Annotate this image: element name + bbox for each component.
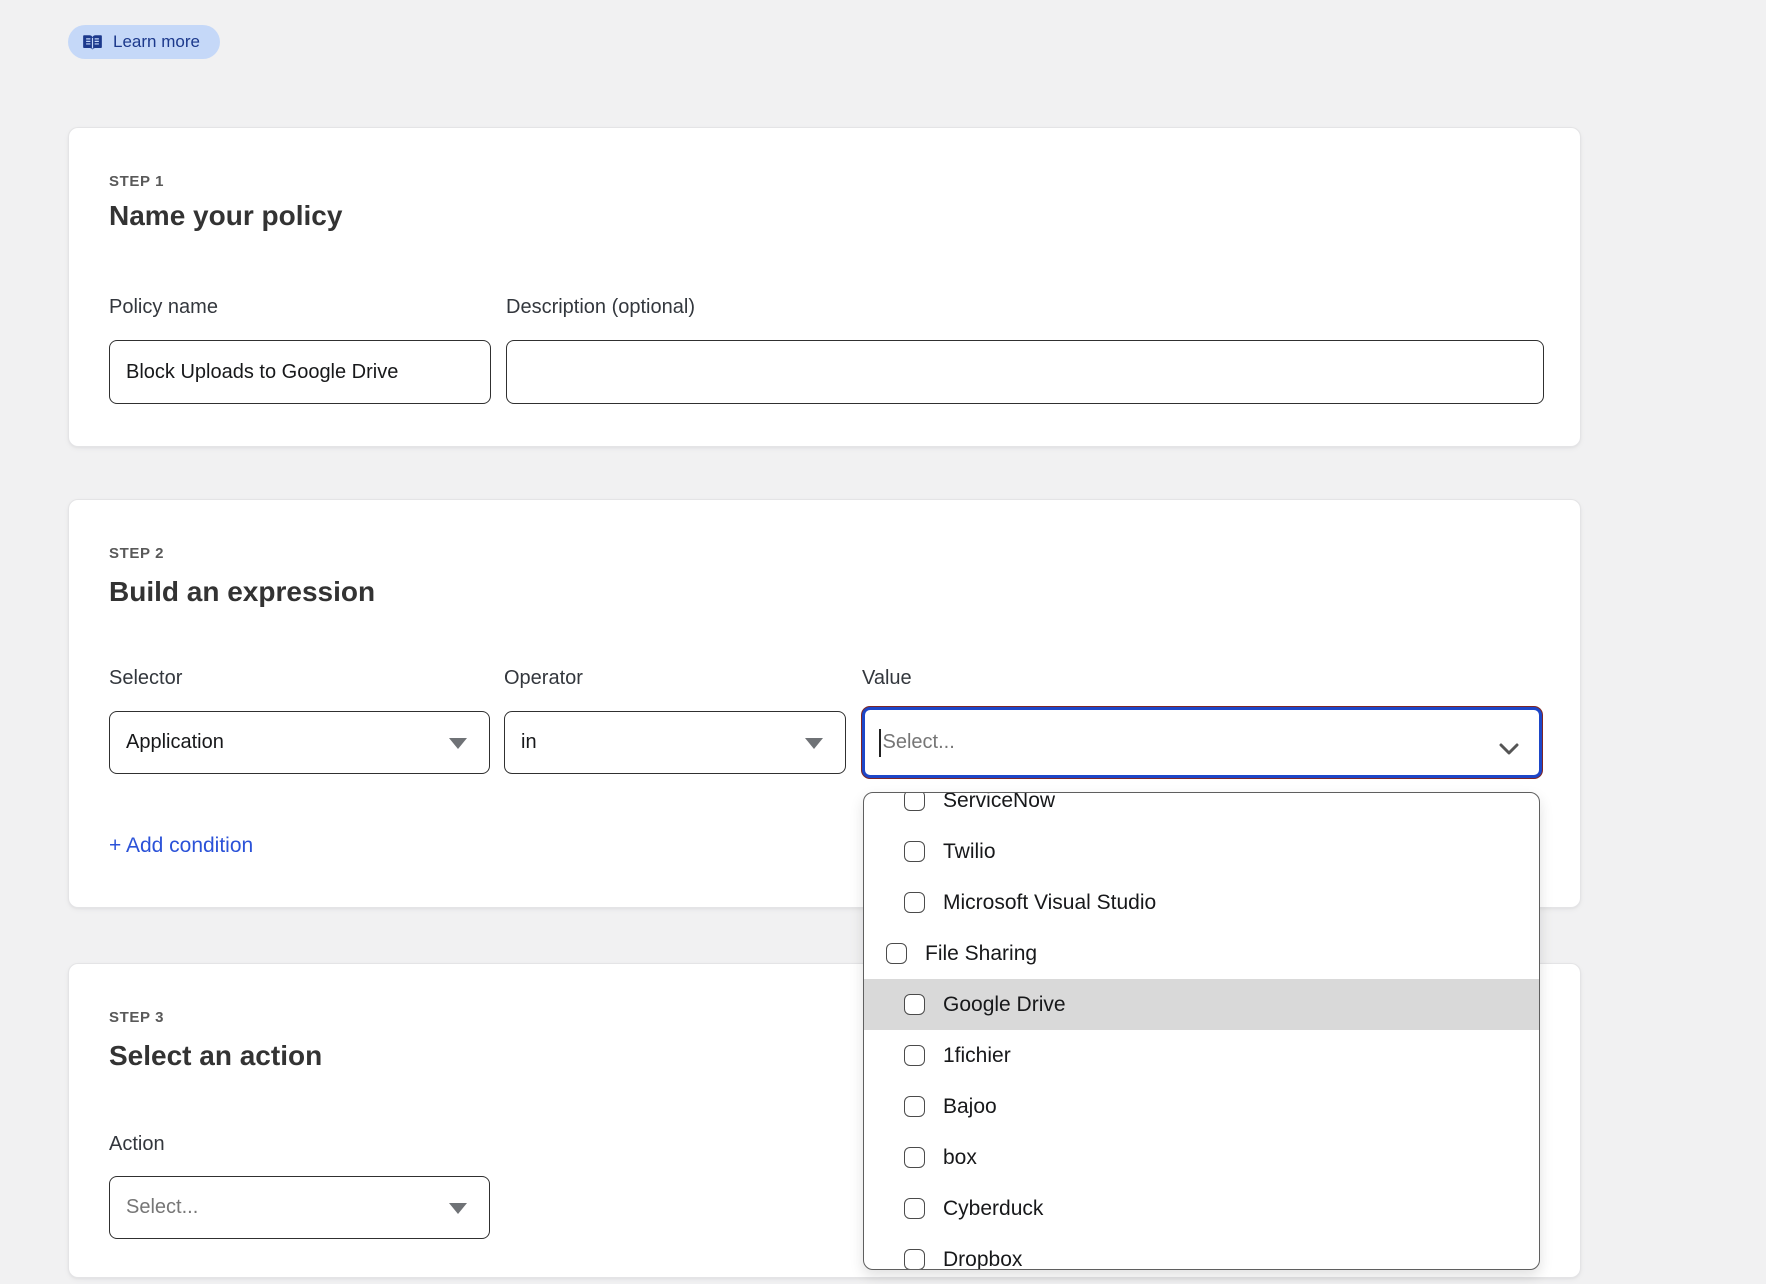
dropdown-option-label: Twilio (943, 840, 996, 864)
policy-name-input[interactable] (109, 340, 491, 404)
step2-label: STEP 2 (109, 545, 164, 562)
step1-title: Name your policy (109, 200, 342, 232)
value-dropdown-list: ServiceNow Twilio Microsoft Visual Studi… (864, 792, 1539, 1270)
selector-value: Application (126, 731, 224, 754)
checkbox[interactable] (904, 841, 925, 862)
checkbox[interactable] (904, 1249, 925, 1270)
checkbox[interactable] (904, 1147, 925, 1168)
policy-name-label: Policy name (109, 296, 218, 319)
value-placeholder: Select... (883, 731, 955, 754)
dropdown-option-label: Microsoft Visual Studio (943, 891, 1156, 915)
step3-title: Select an action (109, 1040, 322, 1072)
description-label: Description (optional) (506, 296, 695, 319)
value-multiselect[interactable]: Select... (862, 707, 1542, 778)
checkbox[interactable] (904, 792, 925, 811)
operator-select[interactable]: in (504, 711, 846, 774)
checkbox[interactable] (904, 1096, 925, 1117)
dropdown-option[interactable]: 1fichier (864, 1030, 1539, 1081)
chevron-down-icon (805, 738, 823, 749)
learn-more-button[interactable]: Learn more (68, 25, 220, 59)
dropdown-option-label: File Sharing (925, 942, 1037, 966)
dropdown-option[interactable]: Bajoo (864, 1081, 1539, 1132)
checkbox[interactable] (904, 994, 925, 1015)
checkbox[interactable] (904, 892, 925, 913)
dropdown-option-label: box (943, 1146, 977, 1170)
action-select[interactable]: Select... (109, 1176, 490, 1239)
action-label: Action (109, 1133, 165, 1156)
dropdown-option-label: Cyberduck (943, 1197, 1043, 1221)
operator-label: Operator (504, 667, 583, 690)
description-input[interactable] (506, 340, 1544, 404)
checkbox[interactable] (904, 1045, 925, 1066)
dropdown-option-label: Google Drive (943, 993, 1066, 1017)
dropdown-option[interactable]: Microsoft Visual Studio (864, 877, 1539, 928)
dropdown-option-label: Bajoo (943, 1095, 997, 1119)
dropdown-option[interactable]: Cyberduck (864, 1183, 1539, 1234)
selector-label: Selector (109, 667, 182, 690)
dropdown-option[interactable]: Dropbox (864, 1234, 1539, 1270)
add-condition-link[interactable]: + Add condition (109, 834, 253, 858)
chevron-down-icon (449, 738, 467, 749)
book-icon (82, 34, 103, 51)
action-placeholder: Select... (126, 1196, 198, 1219)
selector-select[interactable]: Application (109, 711, 490, 774)
dropdown-option-label: 1fichier (943, 1044, 1011, 1068)
dropdown-option[interactable]: box (864, 1132, 1539, 1183)
checkbox[interactable] (904, 1198, 925, 1219)
dropdown-option[interactable]: Twilio (864, 826, 1539, 877)
operator-value: in (521, 731, 537, 754)
step1-label: STEP 1 (109, 173, 164, 190)
step1-card: STEP 1 Name your policy Policy name Desc… (68, 127, 1581, 447)
chevron-down-icon (449, 1203, 467, 1214)
checkbox[interactable] (886, 943, 907, 964)
dropdown-option[interactable]: Google Drive (864, 979, 1539, 1030)
step2-title: Build an expression (109, 576, 375, 608)
dropdown-option[interactable]: ServiceNow (864, 792, 1539, 826)
learn-more-label: Learn more (113, 32, 200, 52)
chevron-down-icon (1499, 738, 1519, 761)
text-cursor (879, 729, 881, 757)
dropdown-option[interactable]: File Sharing (864, 928, 1539, 979)
step3-label: STEP 3 (109, 1009, 164, 1026)
value-dropdown-panel: ServiceNow Twilio Microsoft Visual Studi… (863, 792, 1540, 1270)
dropdown-option-label: Dropbox (943, 1248, 1022, 1271)
value-label: Value (862, 667, 912, 690)
dropdown-option-label: ServiceNow (943, 792, 1055, 813)
